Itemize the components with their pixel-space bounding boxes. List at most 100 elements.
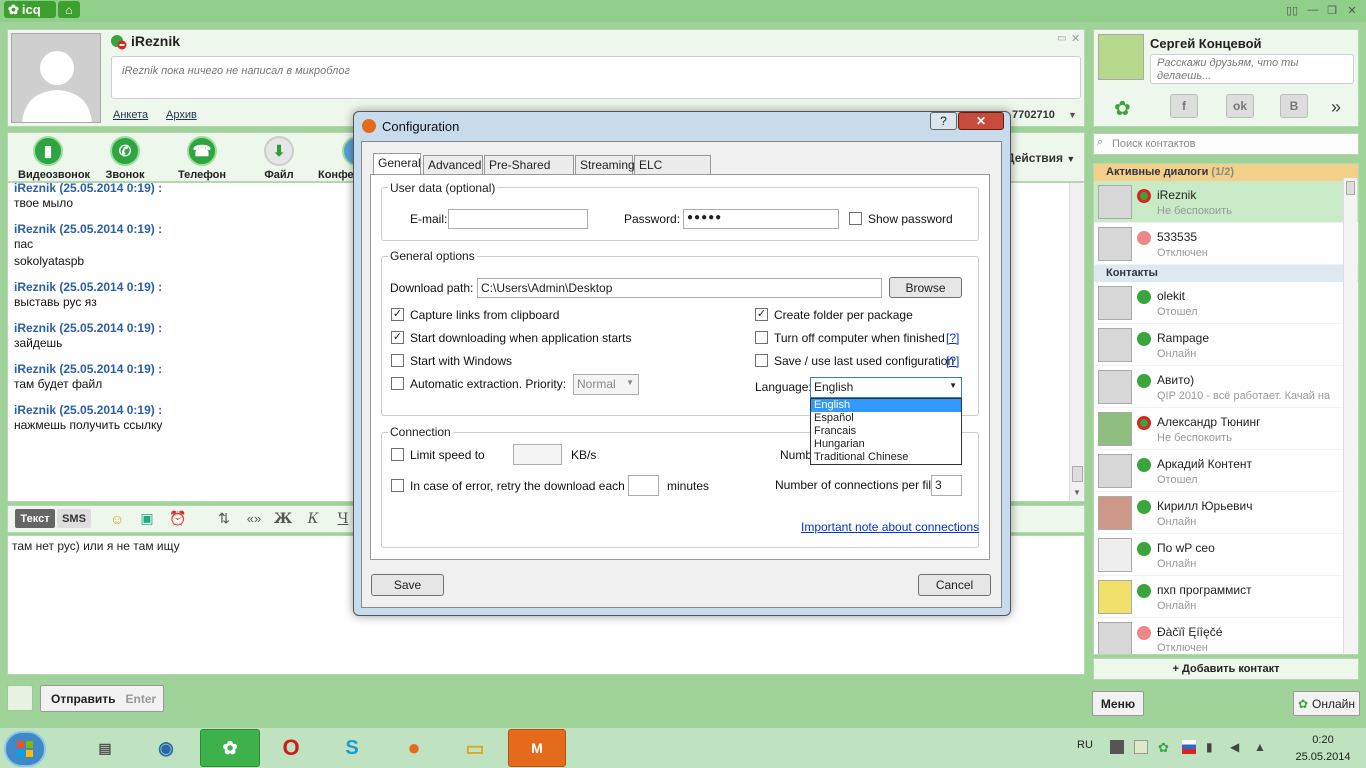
bold-icon[interactable]: Ж xyxy=(272,509,294,528)
language-option[interactable]: English xyxy=(811,399,961,412)
taskbar-opera-icon[interactable]: O xyxy=(262,729,320,767)
sms-mode-button[interactable]: SMS xyxy=(57,509,91,528)
language-option[interactable]: Francais xyxy=(811,425,961,438)
clock-date[interactable]: 25.05.2014 xyxy=(1293,751,1353,763)
minimize-icon[interactable]: — xyxy=(1305,4,1321,16)
text-mode-button[interactable]: Текст xyxy=(15,509,55,528)
save-config-help-link[interactable]: [?] xyxy=(946,354,959,368)
icq-logo[interactable]: ✿ icq xyxy=(4,1,56,18)
language-dropdown[interactable]: English Español Francais Hungarian Tradi… xyxy=(810,398,962,465)
chevron-down-icon[interactable]: ▼ xyxy=(1068,110,1077,120)
save-button[interactable]: Save xyxy=(371,574,444,596)
important-note-link[interactable]: Important note about connections xyxy=(801,520,979,534)
video-message-icon[interactable]: ▣ xyxy=(136,509,158,528)
taskbar-explorer-icon[interactable]: ▭ xyxy=(446,729,504,767)
uin-text[interactable]: 7702710 xyxy=(1012,109,1055,121)
file-button[interactable]: ⬇ Файл xyxy=(249,134,309,181)
contact-row[interactable]: olekit Отошел xyxy=(1094,282,1358,324)
more-icon[interactable]: » xyxy=(1331,97,1341,118)
telephone-button[interactable]: ☎ Телефон xyxy=(172,134,232,181)
create-folder-checkbox[interactable]: ✓ xyxy=(755,308,768,321)
language-option[interactable]: Hungarian xyxy=(811,438,961,451)
tray-device-icon[interactable]: ▮ xyxy=(1206,740,1220,754)
contacts-scrollbar[interactable] xyxy=(1343,178,1357,653)
tab-elc-accounts[interactable]: ELC Accounts xyxy=(634,155,711,186)
language-select[interactable]: English ▼ xyxy=(810,377,962,398)
taskbar-downloader-icon[interactable]: M xyxy=(508,729,566,767)
connections-per-file-field[interactable]: 3 xyxy=(931,475,962,496)
browse-button[interactable]: Browse xyxy=(889,277,962,298)
send-options-icon[interactable] xyxy=(7,685,33,711)
download-path-field[interactable]: C:\Users\Admin\Desktop xyxy=(477,278,882,298)
tab-pre-shared-keys[interactable]: Pre-Shared Keys xyxy=(484,155,574,186)
group-active-dialogs[interactable]: Активные диалоги (1/2) xyxy=(1094,164,1358,181)
start-downloading-checkbox[interactable]: ✓ xyxy=(391,331,404,344)
my-status-input[interactable]: Расскажи друзьям, что ты делаешь... xyxy=(1150,54,1354,84)
send-button[interactable]: Отправить Enter xyxy=(40,685,164,712)
cancel-button[interactable]: Cancel xyxy=(918,574,991,596)
retry-minutes-field[interactable] xyxy=(628,475,659,496)
help-button[interactable]: ? xyxy=(930,112,957,130)
contact-row[interactable]: iReznik Не беспокоить xyxy=(1094,181,1358,223)
tray-note-icon[interactable] xyxy=(1134,740,1148,754)
close-dialog-button[interactable]: ✕ xyxy=(958,112,1004,130)
tab-streaming[interactable]: Streaming xyxy=(575,155,635,174)
alarm-icon[interactable]: ⏰ xyxy=(167,509,189,528)
contact-row[interactable]: Кирилл Юрьевич Онлайн xyxy=(1094,492,1358,534)
tray-firefox-icon[interactable] xyxy=(1110,740,1124,754)
icq-flower-icon[interactable]: ✿ xyxy=(1114,96,1131,121)
my-avatar[interactable] xyxy=(1098,34,1144,80)
close-icon[interactable]: ✕ xyxy=(1344,4,1360,17)
contact-row[interactable]: Rampage Онлайн xyxy=(1094,324,1358,366)
tray-icq-icon[interactable]: ✿ xyxy=(1158,740,1172,755)
save-config-checkbox[interactable] xyxy=(755,354,768,367)
start-button[interactable] xyxy=(4,731,46,767)
video-call-button[interactable]: ▮ Видеозвонок xyxy=(18,134,90,181)
tray-volume-icon[interactable]: ◀ xyxy=(1230,740,1244,754)
home-icon[interactable]: ⌂ xyxy=(58,1,80,18)
chat-scrollbar[interactable]: ▼ xyxy=(1069,183,1084,501)
vkontakte-add-icon[interactable]: B xyxy=(1280,94,1308,118)
language-option[interactable]: Traditional Chinese xyxy=(811,451,961,464)
language-indicator[interactable]: RU xyxy=(1077,739,1093,751)
add-contact-button[interactable]: + Добавить контакт xyxy=(1093,658,1359,680)
maximize-icon[interactable]: ❐ xyxy=(1324,4,1340,17)
show-password-checkbox[interactable] xyxy=(849,212,862,225)
translit-icon[interactable]: ⇅ xyxy=(213,509,235,528)
taskbar-media-player-icon[interactable]: ◉ xyxy=(137,729,195,767)
retry-checkbox[interactable] xyxy=(391,479,404,492)
odnoklassniki-add-icon[interactable]: ok xyxy=(1226,94,1254,118)
contact-row[interactable]: Авито) QIP 2010 - всё работает. Качай на xyxy=(1094,366,1358,408)
tab-advanced[interactable]: Advanced xyxy=(423,155,483,174)
contact-row[interactable]: Александр Тюнинг Не беспокоить xyxy=(1094,408,1358,450)
actions-menu[interactable]: Действия ▼ xyxy=(1006,151,1075,165)
underline-icon[interactable]: Ч xyxy=(332,509,354,528)
turn-off-checkbox[interactable] xyxy=(755,331,768,344)
taskbar-skype-icon[interactable]: S xyxy=(323,729,381,767)
scrollbar-thumb[interactable] xyxy=(1346,181,1355,195)
call-button[interactable]: ✆ Звонок xyxy=(95,134,155,181)
taskbar-firefox-icon[interactable]: ● xyxy=(385,729,443,767)
quote-icon[interactable]: «» xyxy=(243,509,265,528)
facebook-add-icon[interactable]: f xyxy=(1170,94,1198,118)
header-minimize-icon[interactable]: ▭ xyxy=(1057,33,1066,44)
email-field[interactable] xyxy=(448,209,588,229)
priority-select[interactable]: Normal ▼ xyxy=(573,374,639,395)
profile-link[interactable]: Анкета xyxy=(113,109,148,121)
smiley-icon[interactable]: ☺ xyxy=(106,509,128,528)
clock-time[interactable]: 0:20 xyxy=(1293,734,1353,746)
conference-button[interactable]: ●Конфе xyxy=(318,134,354,181)
auto-extract-checkbox[interactable] xyxy=(391,377,404,390)
my-name[interactable]: Сергей Концевой xyxy=(1150,36,1262,51)
italic-icon[interactable]: К xyxy=(302,509,324,528)
contact-row[interactable]: По wP сео Онлайн xyxy=(1094,534,1358,576)
language-option[interactable]: Español xyxy=(811,412,961,425)
scrollbar-thumb[interactable] xyxy=(1072,466,1083,482)
tray-russian-flag-icon[interactable] xyxy=(1182,740,1196,754)
archive-link[interactable]: Архив xyxy=(166,109,197,121)
contact-row[interactable]: 533535 Отключен xyxy=(1094,223,1358,265)
contact-row[interactable]: Аркадий Контент Отошел xyxy=(1094,450,1358,492)
contact-row[interactable]: Ðàčïî Ęíîęčé Отключен xyxy=(1094,618,1358,654)
group-contacts[interactable]: Контакты xyxy=(1094,265,1358,282)
contact-list[interactable]: Активные диалоги (1/2) iReznik Не беспоко… xyxy=(1093,163,1359,655)
